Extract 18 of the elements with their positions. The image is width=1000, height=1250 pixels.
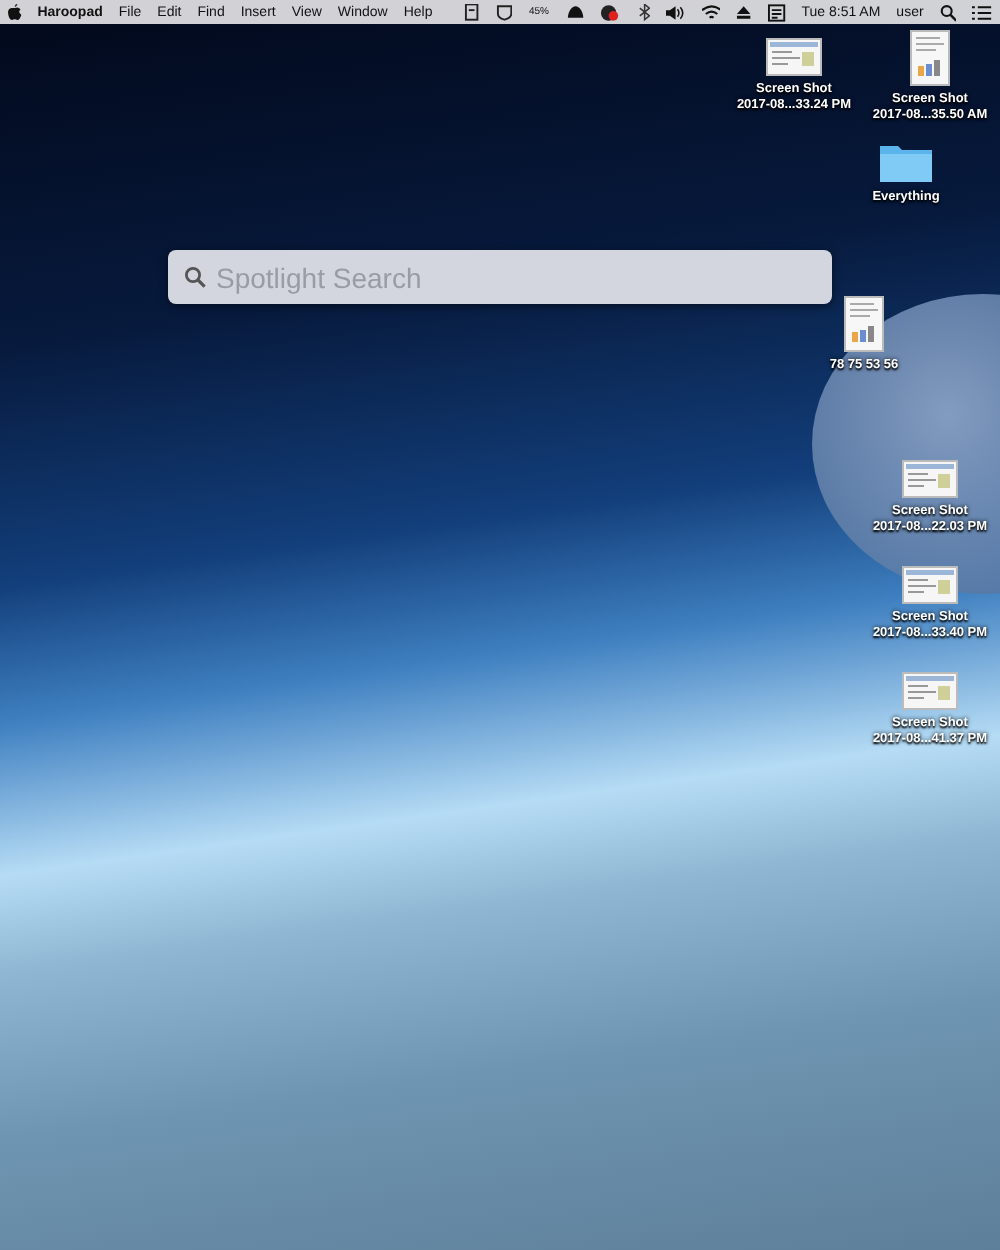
search-icon[interactable] (939, 3, 957, 21)
notification-badge-icon[interactable] (600, 3, 620, 21)
screenshot-thumbnail-icon[interactable] (902, 460, 958, 498)
document-thumbnail-icon[interactable] (910, 30, 950, 86)
calendar-icon[interactable] (768, 3, 786, 21)
folder-icon[interactable] (878, 140, 934, 184)
eject-icon[interactable] (736, 3, 753, 21)
apple-logo-icon[interactable] (8, 4, 22, 20)
volume-icon[interactable] (666, 3, 686, 21)
document-thumbnail-icon[interactable] (844, 296, 884, 352)
spotlight-search-field[interactable]: Spotlight Search (168, 250, 832, 304)
bluetooth-icon[interactable] (635, 3, 651, 21)
screenshot-thumbnail-icon[interactable] (902, 566, 958, 604)
screenshot-thumbnail-icon[interactable] (766, 38, 822, 76)
wifi-icon[interactable] (701, 3, 721, 21)
search-icon (184, 266, 206, 288)
screenshot-thumbnail-icon[interactable] (902, 672, 958, 710)
list-icon[interactable] (972, 3, 992, 21)
